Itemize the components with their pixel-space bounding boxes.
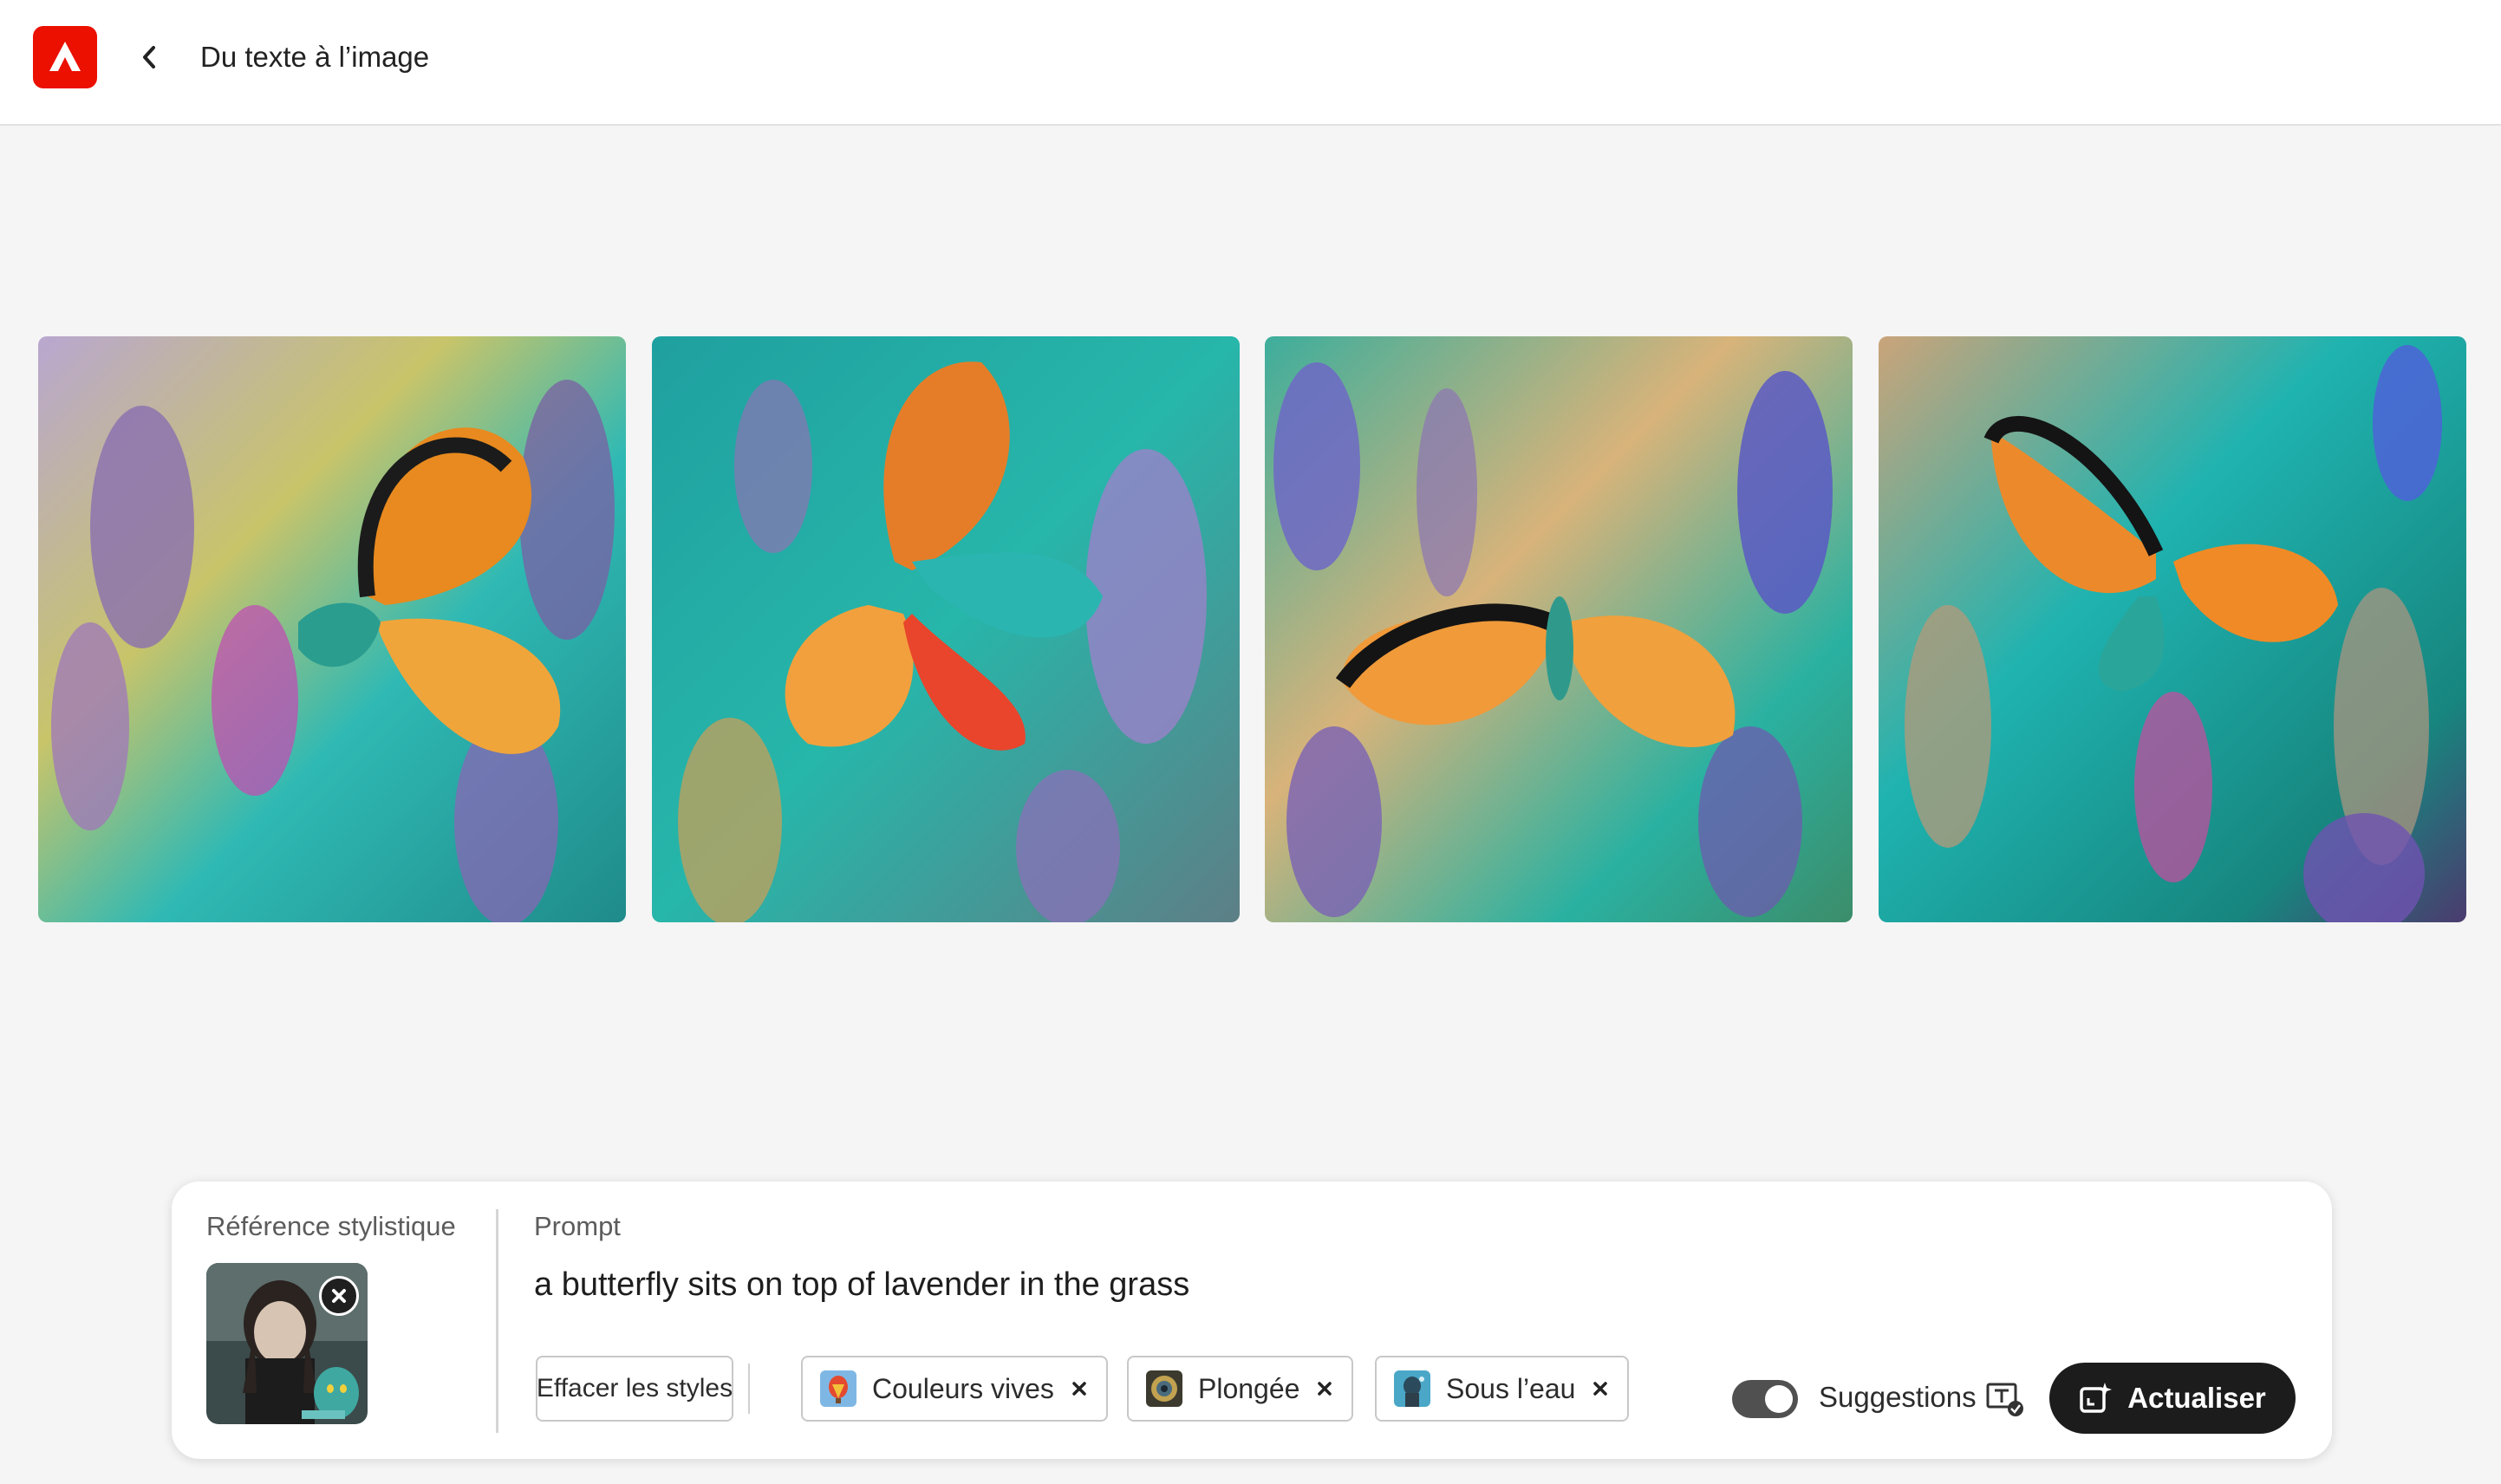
chip-separator (748, 1364, 750, 1414)
refresh-button-label: Actualiser (2127, 1382, 2266, 1414)
style-reference-label: Référence stylistique (206, 1211, 456, 1241)
prompt-input[interactable] (534, 1262, 2181, 1307)
style-chip-couleurs-vives[interactable]: Couleurs vives (801, 1356, 1108, 1422)
sous-leau-thumbnail (1394, 1370, 1430, 1407)
suggestions-label: Suggestions (1819, 1381, 1977, 1413)
remove-style-reference-button[interactable] (319, 1276, 359, 1316)
style-chip-sous-leau[interactable]: Sous l’eau (1375, 1356, 1630, 1422)
generated-image-4[interactable] (1879, 336, 2466, 922)
app-header: Du texte à l’image (0, 0, 2501, 126)
panel-divider (496, 1209, 498, 1433)
style-chip-label: Plongée (1198, 1372, 1300, 1404)
toggle-knob (1765, 1385, 1793, 1413)
prompt-label: Prompt (534, 1211, 621, 1241)
back-button[interactable] (130, 35, 168, 80)
couleurs-vives-thumbnail (820, 1370, 856, 1407)
page-title: Du texte à l’image (200, 41, 430, 73)
generated-image-1[interactable] (38, 336, 626, 922)
close-icon[interactable] (1070, 1379, 1089, 1398)
style-chip-label: Couleurs vives (872, 1372, 1054, 1404)
refresh-button[interactable]: Actualiser (2049, 1363, 2296, 1434)
style-chip-label: Sous l’eau (1446, 1372, 1576, 1404)
generated-image-2[interactable] (652, 336, 1240, 922)
plongee-thumbnail (1146, 1370, 1182, 1407)
adobe-express-logo-icon[interactable] (33, 26, 97, 88)
chevron-left-icon (143, 46, 155, 68)
suggestions-toggle[interactable] (1732, 1380, 1798, 1418)
generated-image-3[interactable] (1265, 336, 1853, 922)
prompt-panel: Référence stylistique Prompt Effacer les… (172, 1181, 2332, 1459)
close-circle-icon (332, 1289, 346, 1303)
refresh-sparkle-icon (2080, 1383, 2113, 1413)
clear-styles-button[interactable]: Effacer les styles (536, 1356, 733, 1422)
close-icon[interactable] (1315, 1379, 1334, 1398)
style-chip-plongee[interactable]: Plongée (1127, 1356, 1354, 1422)
text-check-icon[interactable] (1985, 1379, 2025, 1419)
close-icon[interactable] (1591, 1379, 1610, 1398)
